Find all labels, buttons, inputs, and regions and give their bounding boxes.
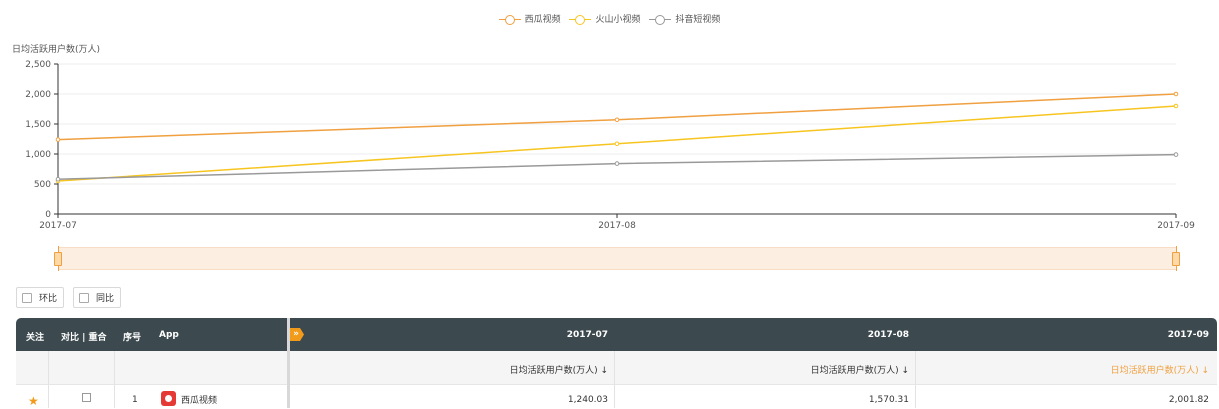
header-index[interactable]: 序号 xyxy=(123,330,141,343)
comparison-options: 环比 同比 xyxy=(16,287,122,308)
series-line xyxy=(57,153,1177,180)
y-tick-label: 1,500 xyxy=(25,120,51,130)
legend-label: 西瓜视频 xyxy=(524,15,561,25)
row-value-2: 1,570.31 xyxy=(868,395,909,405)
slider-right-handle[interactable] xyxy=(1172,252,1180,266)
data-zoom-slider[interactable] xyxy=(54,246,1180,271)
legend-item-xigua[interactable]: 西瓜视频 xyxy=(498,12,561,25)
header-compare[interactable]: 对比 | 重合 xyxy=(61,330,107,343)
line-chart: 0 500 1,000 1,500 2,000 2,500 2017-07 2017-08 20… xyxy=(25,60,1195,231)
data-point xyxy=(55,176,61,182)
x-tick-label: 2017-07 xyxy=(39,221,77,231)
row-index: 1 xyxy=(132,395,138,405)
header-follow[interactable]: 关注 xyxy=(26,330,44,343)
legend-marker-icon xyxy=(498,14,521,25)
follow-star-icon[interactable]: ★ xyxy=(28,394,39,408)
data-point xyxy=(614,117,620,123)
y-tick-label: 2,000 xyxy=(25,90,51,100)
header-month-3: 2017-09 xyxy=(1167,330,1209,340)
mom-checkbox[interactable]: 环比 xyxy=(16,287,65,308)
table-row: ★ 1 西瓜视频 1,240.03 1,570.31 2,001.82 xyxy=(16,385,1217,409)
legend-marker-icon xyxy=(569,14,592,25)
column-divider xyxy=(915,351,916,408)
metric-sort-3[interactable]: 日均活跃用户数(万人) ↓ xyxy=(1111,363,1209,376)
legend-label: 火山小视频 xyxy=(595,15,641,25)
legend-marker-icon xyxy=(649,14,672,25)
data-point xyxy=(614,161,620,166)
y-tick-label: 2,500 xyxy=(25,60,51,70)
legend-item-douyin[interactable]: 抖音短视频 xyxy=(649,12,720,25)
metric-sort-1[interactable]: 日均活跃用户数(万人) ↓ xyxy=(510,363,608,376)
x-tick-label: 2017-08 xyxy=(598,221,636,231)
yoy-label: 同比 xyxy=(96,294,115,304)
app-logo-icon xyxy=(161,391,176,406)
compare-checkbox-icon[interactable] xyxy=(82,393,91,402)
x-tick-label: 2017-09 xyxy=(1157,221,1195,231)
slider-left-handle[interactable] xyxy=(54,252,62,266)
y-tick-label: 0 xyxy=(45,210,51,220)
data-point xyxy=(55,137,61,142)
row-value-1: 1,240.03 xyxy=(567,395,608,405)
header-month-2: 2017-08 xyxy=(867,330,909,340)
data-point xyxy=(614,141,620,147)
column-divider xyxy=(614,351,615,408)
header-month-1: 2017-07 xyxy=(566,330,608,340)
data-point xyxy=(1173,152,1179,157)
expand-columns-icon[interactable]: » xyxy=(288,328,304,341)
row-value-3: 2,001.82 xyxy=(1168,395,1209,405)
frozen-column-divider xyxy=(287,318,290,408)
legend-item-huoshan[interactable]: 火山小视频 xyxy=(569,12,641,25)
y-tick-label: 500 xyxy=(34,180,51,190)
table-header: 关注 对比 | 重合 序号 App » 2017-07 2017-08 2017… xyxy=(16,318,1217,351)
column-divider xyxy=(114,351,115,408)
header-app[interactable]: App xyxy=(159,330,179,340)
checkbox-icon xyxy=(79,292,90,303)
column-divider xyxy=(48,351,49,408)
data-point xyxy=(1173,91,1179,97)
mom-label: 环比 xyxy=(39,294,58,304)
data-table: 关注 对比 | 重合 序号 App » 2017-07 2017-08 2017… xyxy=(16,318,1217,409)
y-tick-label: 1,000 xyxy=(25,150,51,160)
checkbox-icon xyxy=(22,292,32,303)
chart-legend: 西瓜视频 火山小视频 抖音短视频 xyxy=(0,12,1219,27)
data-point xyxy=(1173,103,1179,109)
legend-label: 抖音短视频 xyxy=(675,15,721,25)
table-subheader: 日均活跃用户数(万人) ↓ 日均活跃用户数(万人) ↓ 日均活跃用户数(万人) … xyxy=(16,351,1217,385)
metric-sort-2[interactable]: 日均活跃用户数(万人) ↓ xyxy=(811,363,909,376)
yoy-checkbox[interactable]: 同比 xyxy=(73,287,122,308)
